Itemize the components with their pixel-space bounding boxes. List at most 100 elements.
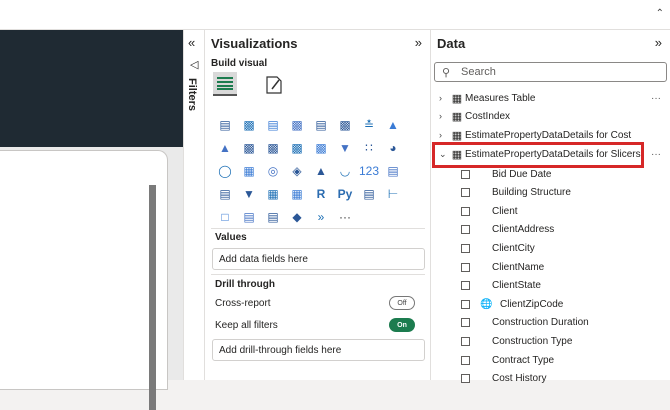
table-icon[interactable]: ▦	[261, 182, 285, 205]
funnel-chart-icon[interactable]: ▼	[333, 136, 357, 159]
globe-icon: 🌐	[480, 298, 493, 310]
chevron-right-icon[interactable]: ›	[439, 111, 449, 121]
line-chart-icon[interactable]: ≛	[357, 113, 381, 136]
field-checkbox[interactable]	[461, 188, 470, 198]
ribbon-chart-icon[interactable]: ▩	[285, 136, 309, 159]
map-icon[interactable]: ◎	[261, 159, 285, 182]
slicer-icon[interactable]: ▼	[237, 182, 261, 205]
chevron-right-icon[interactable]: ›	[439, 93, 449, 103]
field-item[interactable]: Construction Type	[461, 332, 661, 350]
values-label: Values	[215, 232, 247, 243]
table-measures[interactable]: › ▦ Measures Table ···	[439, 89, 665, 107]
power-apps-icon[interactable]: ◆	[285, 205, 309, 228]
search-input[interactable]: ⚲ Search	[434, 62, 667, 82]
values-well[interactable]: Add data fields here	[212, 248, 425, 270]
table-name: Measures Table	[465, 92, 536, 104]
more-visuals-icon[interactable]: ···	[333, 205, 357, 228]
field-checkbox[interactable]	[461, 262, 470, 272]
field-item[interactable]: ClientCity	[461, 239, 661, 257]
filled-map-icon[interactable]: ◈	[285, 159, 309, 182]
drill-through-well[interactable]: Add drill-through fields here	[212, 339, 425, 361]
field-name: Construction Type	[492, 335, 573, 347]
stacked-area-chart-icon[interactable]: ▲	[213, 136, 237, 159]
chevron-up-icon[interactable]: ⌃	[656, 8, 664, 19]
field-checkbox[interactable]	[461, 169, 470, 179]
waterfall-chart-icon[interactable]: ▩	[309, 136, 333, 159]
qa-visual-icon[interactable]: □	[213, 205, 237, 228]
cross-report-label: Cross-report	[215, 298, 271, 309]
python-visual-icon[interactable]: Py	[333, 182, 357, 205]
chevron-right-icon[interactable]: ›	[439, 130, 449, 140]
key-influencers-icon[interactable]: ▤	[357, 182, 381, 205]
table-icon: ▦	[451, 129, 463, 142]
visualizations-title: Visualizations	[211, 36, 298, 51]
decomposition-tree-icon[interactable]: ⊢	[381, 182, 405, 205]
r-script-visual-icon[interactable]: R	[309, 182, 333, 205]
table-name: CostIndex	[465, 110, 511, 122]
100-stacked-column-chart-icon[interactable]: ▩	[333, 113, 357, 136]
kpi-icon[interactable]: ▤	[213, 182, 237, 205]
field-item[interactable]: Building Structure	[461, 184, 661, 202]
field-name: Construction Duration	[492, 317, 589, 329]
double-chevron-left-icon[interactable]: «	[188, 35, 195, 50]
canvas-visual-card[interactable]	[0, 150, 168, 390]
area-chart-icon[interactable]: ▲	[381, 113, 405, 136]
matrix-icon[interactable]: ▦	[285, 182, 309, 205]
smart-narrative-icon[interactable]: ▤	[237, 205, 261, 228]
field-checkbox[interactable]	[461, 243, 470, 253]
double-chevron-right-icon[interactable]: »	[655, 35, 662, 50]
keep-filters-toggle[interactable]: On	[389, 318, 415, 332]
stacked-bar-chart-icon[interactable]: ▤	[213, 113, 237, 136]
clustered-bar-chart-icon[interactable]: ▤	[261, 113, 285, 136]
line-and-column-chart-icon[interactable]: ▩	[237, 136, 261, 159]
power-automate-icon[interactable]: »	[309, 205, 333, 228]
field-checkbox[interactable]	[461, 206, 470, 216]
field-item[interactable]: ClientName	[461, 258, 661, 276]
table-costindex[interactable]: › ▦ CostIndex	[439, 107, 665, 125]
treemap-icon[interactable]: ▦	[237, 159, 261, 182]
report-canvas[interactable]	[0, 30, 183, 410]
multi-row-card-icon[interactable]: ▤	[381, 159, 405, 182]
paginated-report-icon[interactable]: ▤	[261, 205, 285, 228]
canvas-scrollbar[interactable]	[149, 185, 156, 410]
pie-chart-icon[interactable]: ◕	[381, 136, 405, 159]
field-checkbox[interactable]	[461, 374, 470, 384]
build-visual-icon[interactable]	[213, 72, 237, 96]
line-and-clustered-column-chart-icon[interactable]: ▩	[261, 136, 285, 159]
field-checkbox[interactable]	[461, 336, 470, 346]
search-placeholder: Search	[461, 66, 496, 78]
field-checkbox[interactable]	[461, 225, 470, 235]
stacked-column-chart-icon[interactable]: ▩	[237, 113, 261, 136]
field-checkbox[interactable]	[461, 318, 470, 328]
gauge-icon[interactable]: ◡	[333, 159, 357, 182]
field-item[interactable]: Contract Type	[461, 351, 661, 369]
format-visual-icon[interactable]	[263, 74, 285, 96]
field-name: Cost History	[492, 373, 547, 385]
field-name: Contract Type	[492, 354, 555, 366]
double-chevron-right-icon[interactable]: »	[415, 35, 422, 50]
field-item[interactable]: ClientAddress	[461, 221, 661, 239]
keep-filters-label: Keep all filters	[215, 320, 278, 331]
field-checkbox[interactable]	[461, 299, 470, 309]
cross-report-toggle[interactable]: Off	[389, 296, 415, 310]
card-icon[interactable]: 123	[357, 159, 381, 182]
filters-label[interactable]: Filters	[186, 78, 198, 111]
field-checkbox[interactable]	[461, 281, 470, 291]
more-options-icon[interactable]: ···	[651, 149, 661, 160]
visualizations-pane: Visualizations » Build visual ▤ ▩ ▤ ▩ ▤ ▩ ≛ ▲ ▲ ▩…	[205, 30, 431, 380]
field-item[interactable]: Cost History	[461, 370, 661, 388]
more-options-icon[interactable]: ···	[651, 93, 661, 104]
scatter-chart-icon[interactable]: ∷	[357, 136, 381, 159]
field-item[interactable]: Construction Duration	[461, 314, 661, 332]
field-checkbox[interactable]	[461, 355, 470, 365]
divider	[211, 274, 425, 275]
clustered-column-chart-icon[interactable]: ▩	[285, 113, 309, 136]
filters-pane-collapsed[interactable]: « ◁ Filters	[183, 30, 205, 380]
donut-chart-icon[interactable]: ◯	[213, 159, 237, 182]
azure-map-icon[interactable]: ▲	[309, 159, 333, 182]
field-item[interactable]: Client	[461, 202, 661, 220]
field-item[interactable]: 🌐 ClientZipCode	[461, 295, 661, 313]
field-item[interactable]: ClientState	[461, 277, 661, 295]
red-highlight-box	[432, 142, 644, 168]
100-stacked-bar-chart-icon[interactable]: ▤	[309, 113, 333, 136]
